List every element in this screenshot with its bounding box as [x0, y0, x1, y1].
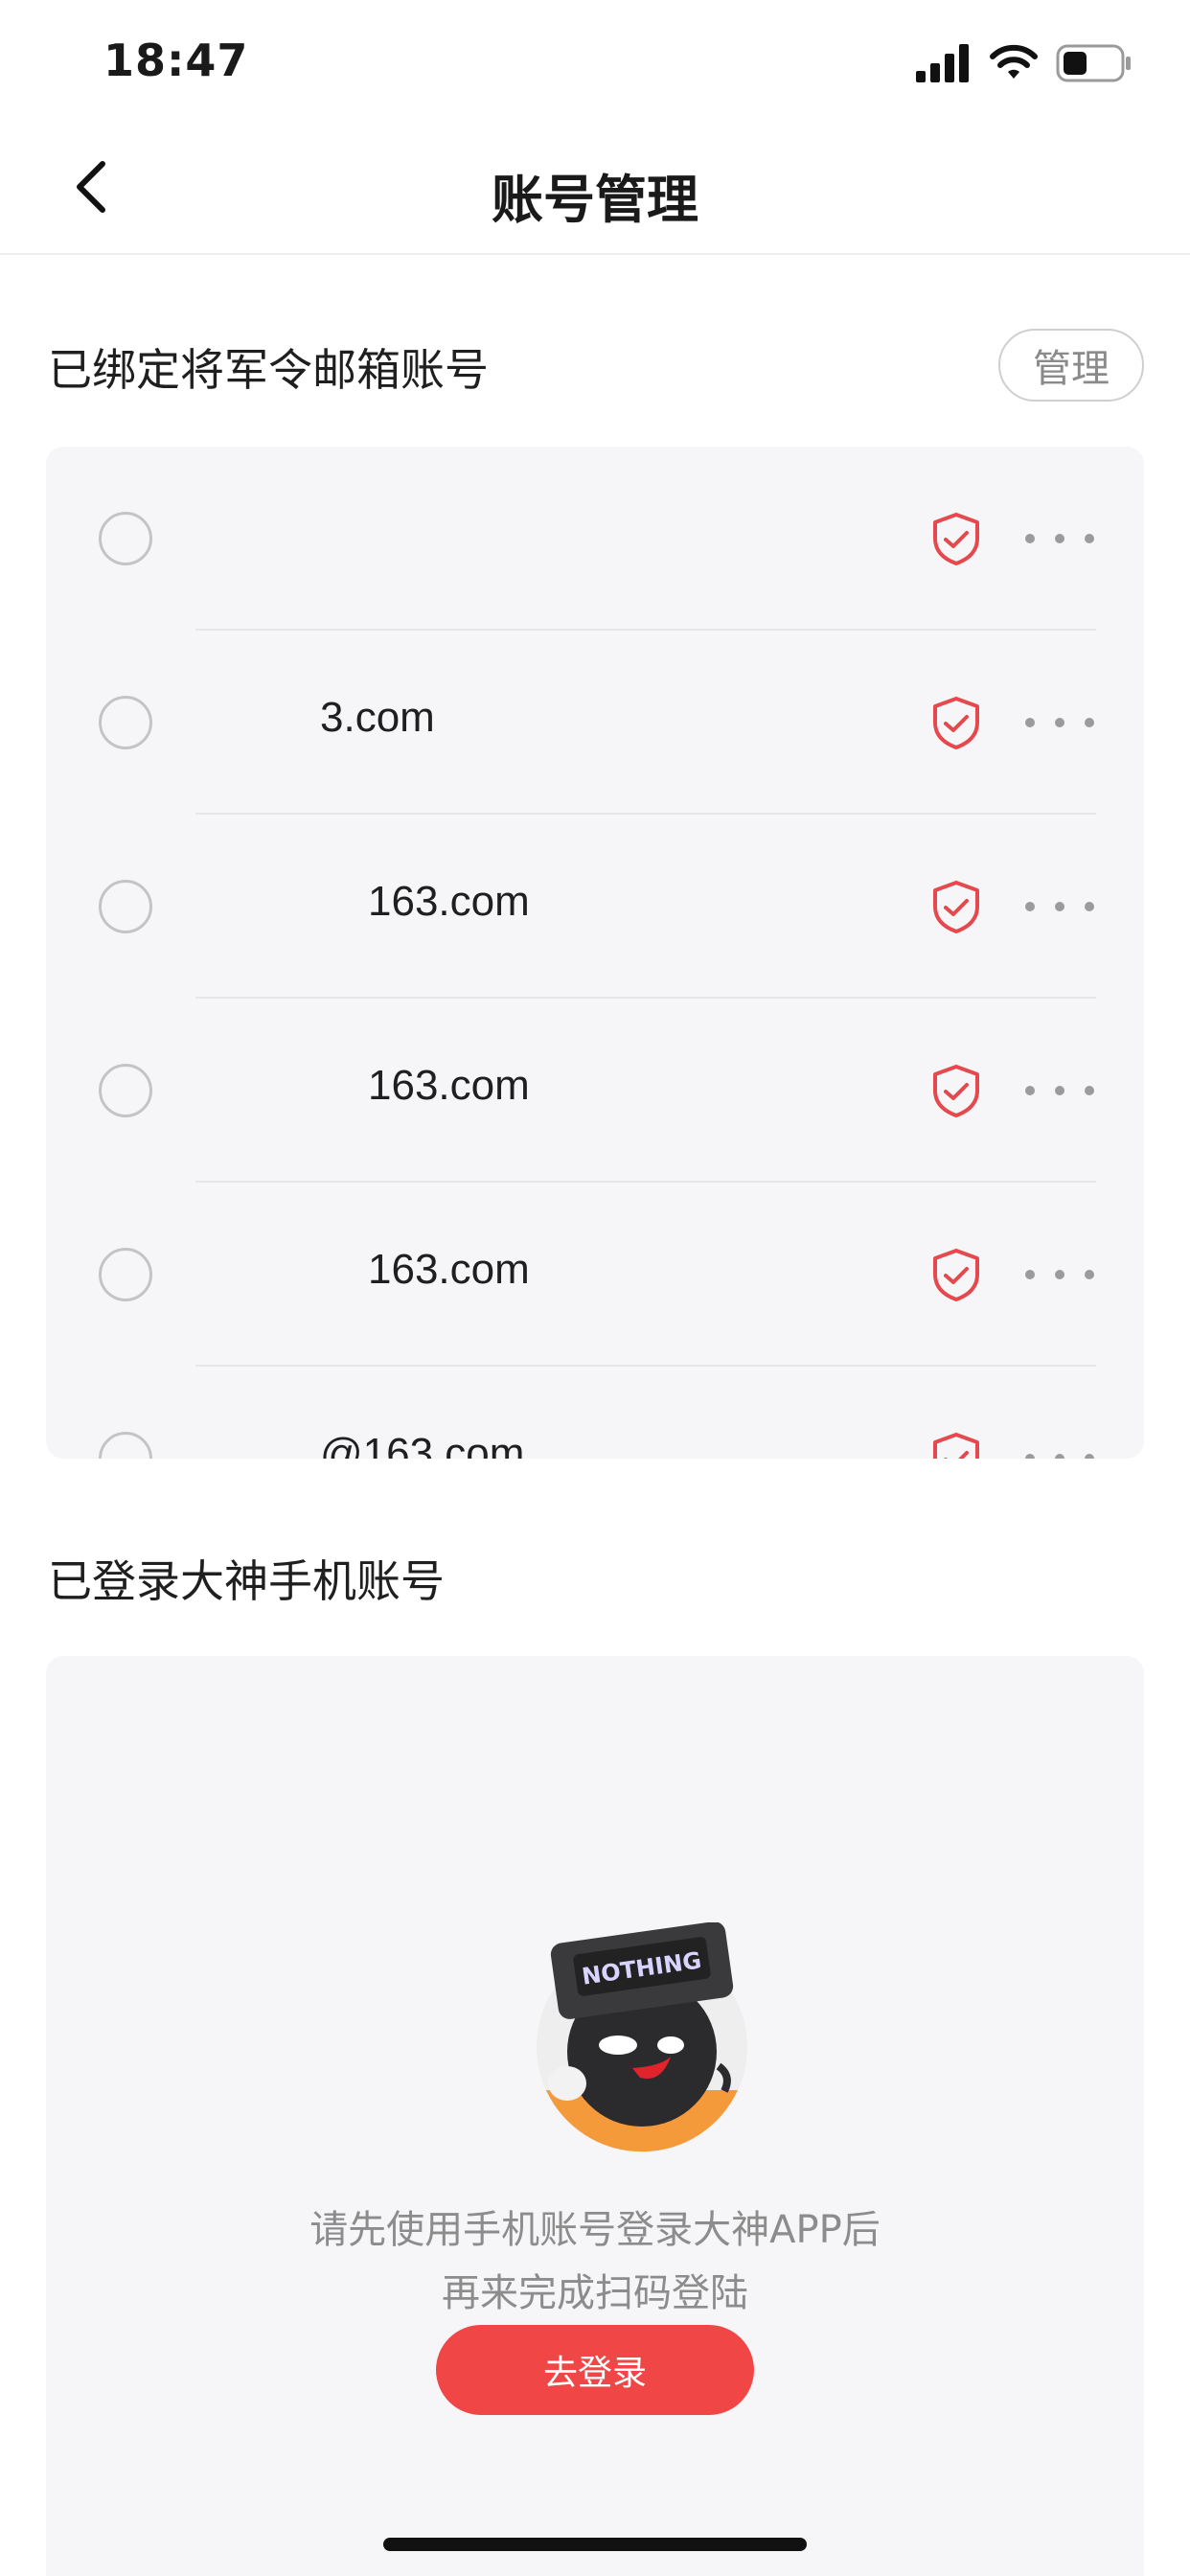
- empty-hint-line1: 请先使用手机账号登录大神APP后: [309, 2208, 881, 2252]
- shield-check-icon: [933, 881, 979, 933]
- account-email: @163.com: [320, 1430, 525, 1459]
- battery-icon: [1056, 44, 1131, 82]
- empty-hint-line2: 再来完成扫码登陆: [442, 2271, 748, 2315]
- shield-check-icon: [933, 1433, 979, 1459]
- home-indicator: [383, 2538, 807, 2551]
- status-time: 18:47: [103, 34, 249, 86]
- nav-bar: 账号管理: [0, 125, 1190, 255]
- account-radio[interactable]: [99, 512, 152, 565]
- account-row[interactable]: 3.com: [46, 631, 1144, 815]
- wifi-icon: [990, 44, 1038, 79]
- account-radio[interactable]: [99, 1432, 152, 1459]
- account-email: 163.com: [368, 1246, 530, 1293]
- more-options-icon[interactable]: [1025, 1062, 1094, 1119]
- phone-accounts-title: 已登录大神手机账号: [48, 1555, 445, 1607]
- shield-check-icon: [933, 697, 979, 749]
- account-row[interactable]: 163.com: [46, 815, 1144, 999]
- page-title: 账号管理: [492, 170, 698, 230]
- manage-button[interactable]: 管理: [998, 329, 1144, 402]
- account-email: 163.com: [368, 1062, 530, 1109]
- account-radio[interactable]: [99, 1248, 152, 1301]
- more-options-icon[interactable]: [1025, 1430, 1094, 1459]
- more-options-icon[interactable]: [1025, 694, 1094, 751]
- mascot-illustration: NOTHING: [537, 1922, 747, 2152]
- account-radio[interactable]: [99, 696, 152, 749]
- more-options-icon[interactable]: [1025, 1246, 1094, 1303]
- go-login-button[interactable]: 去登录: [436, 2325, 754, 2415]
- account-radio[interactable]: [99, 1064, 152, 1117]
- status-icons: [916, 42, 1133, 84]
- account-radio[interactable]: [99, 880, 152, 933]
- account-email: 163.com: [368, 878, 530, 925]
- account-row[interactable]: 163.com: [46, 1183, 1144, 1367]
- account-email: 3.com: [320, 694, 435, 741]
- shield-check-icon: [933, 1249, 979, 1301]
- bound-accounts-title: 已绑定将军令邮箱账号: [48, 344, 489, 396]
- account-row[interactable]: [46, 447, 1144, 631]
- phone-account-card: NOTHING 请先使用手机账号登录大神APP后 再来完成扫码登陆 去登录: [46, 1656, 1144, 2576]
- status-bar: 18:47: [0, 0, 1190, 125]
- shield-check-icon: [933, 1065, 979, 1117]
- more-options-icon[interactable]: [1025, 878, 1094, 935]
- shield-check-icon: [933, 513, 979, 565]
- account-row[interactable]: 163.com: [46, 999, 1144, 1183]
- more-options-icon[interactable]: [1025, 510, 1094, 567]
- account-list: 3.com 163.com 163.com 163.com @163.com: [46, 447, 1144, 1459]
- account-row[interactable]: @163.com: [46, 1367, 1144, 1459]
- cellular-signal-icon: [916, 44, 969, 82]
